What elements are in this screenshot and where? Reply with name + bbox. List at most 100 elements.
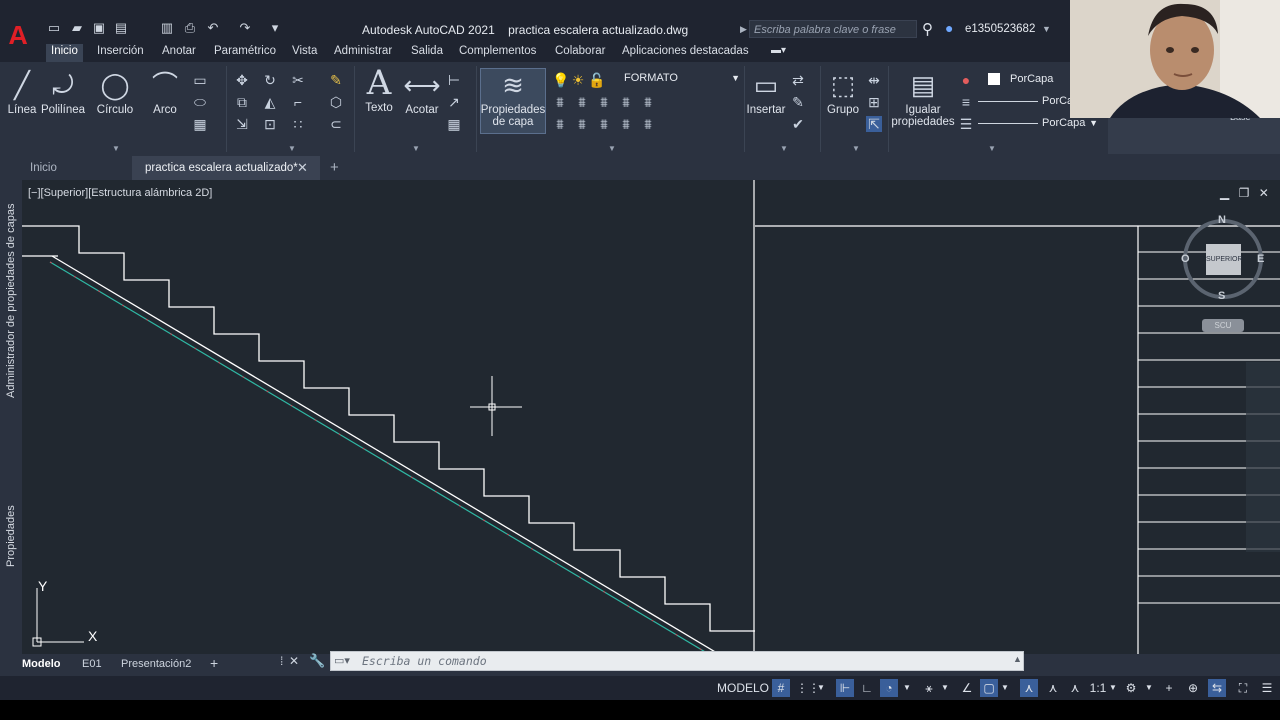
layout-tab-e01[interactable]: E01 [82, 658, 102, 670]
insert-button[interactable]: ▭ Insertar [746, 70, 786, 116]
search-input[interactable]: Escriba palabra clave o frase [749, 20, 917, 38]
chevron-down-icon[interactable]: ▼ [902, 679, 912, 697]
text-button[interactable]: A Texto [360, 66, 398, 114]
array-icon[interactable]: ∷ [290, 116, 306, 132]
group-select-icon[interactable]: ⇱ [866, 116, 882, 132]
tab-inicio[interactable]: Inicio [46, 44, 83, 62]
block-panel-expand-icon[interactable]: ▼ [780, 144, 788, 153]
rotate-icon[interactable]: ↻ [262, 72, 278, 88]
add-tab-icon[interactable]: + [330, 159, 339, 176]
compass-south[interactable]: S [1218, 290, 1225, 302]
polyline-button[interactable]: ⤾ Polilínea [40, 70, 86, 116]
chevron-down-icon[interactable]: ▼ [940, 679, 950, 697]
block-edit-icon[interactable]: ✎ [790, 94, 806, 110]
object-snap-icon[interactable]: ▢ [980, 679, 998, 697]
layer-tool-icon[interactable]: ⩩ [640, 116, 656, 132]
dynamic-input-icon[interactable]: ⊩ [836, 679, 854, 697]
tab-administrar[interactable]: Administrar [329, 44, 397, 62]
modify-panel-expand-icon[interactable]: ▼ [288, 144, 296, 153]
clean-screen-icon[interactable]: ⛶ [1234, 679, 1252, 697]
lineweight-icon[interactable]: ≡ [958, 94, 974, 110]
match-properties-button[interactable]: ▤ Igualar propiedades [890, 70, 956, 128]
annotation-visibility-icon[interactable]: ⋏ [1020, 679, 1038, 697]
trim-icon[interactable]: ✂ [290, 72, 306, 88]
table-icon[interactable]: ▦ [446, 116, 462, 132]
properties-panel-expand-icon[interactable]: ▼ [988, 144, 996, 153]
mirror-icon[interactable]: ◭ [262, 94, 278, 110]
viewcube-face[interactable]: SUPERIOR [1206, 244, 1243, 275]
annotation-scale-icon[interactable]: ⋏ [1066, 679, 1084, 697]
chevron-down-icon[interactable]: ▼ [816, 679, 826, 697]
chevron-down-icon[interactable]: ▼ [1000, 679, 1010, 697]
color-wheel-icon[interactable]: ● [958, 72, 974, 88]
ucs-menu[interactable]: SCU [1202, 319, 1244, 332]
linear-dim-icon[interactable]: ⊢ [446, 72, 462, 88]
user-icon[interactable]: ● [945, 20, 953, 36]
layer-manager-palette[interactable]: Administrador de propiedades de capas [5, 204, 17, 398]
hatch-icon[interactable]: ▦ [192, 116, 208, 132]
add-layout-icon[interactable]: + [210, 655, 218, 671]
ellipse-icon[interactable]: ⬭ [192, 94, 208, 110]
print-icon[interactable]: ⎙ [183, 21, 197, 35]
compass-west[interactable]: O [1181, 253, 1190, 265]
new-file-icon[interactable]: ▭ [47, 21, 61, 35]
move-icon[interactable]: ✥ [234, 72, 250, 88]
explode-icon[interactable]: ⬡ [328, 94, 344, 110]
annotation-scale-value[interactable]: 1:1 [1088, 679, 1108, 697]
close-icon[interactable]: ✕ [289, 654, 299, 668]
tab-colaborar[interactable]: Colaborar [550, 44, 611, 62]
grip-icon[interactable]: ⁞ [280, 654, 283, 668]
chevron-down-icon[interactable]: ▼ [1144, 679, 1154, 697]
layer-tool-icon[interactable]: ⩩ [596, 94, 612, 110]
annotation-panel-expand-icon[interactable]: ▼ [412, 144, 420, 153]
tab-complementos[interactable]: Complementos [454, 44, 541, 62]
chevron-up-icon[interactable]: ▲ [1013, 654, 1022, 664]
hardware-acceleration-icon[interactable]: ⇆ [1208, 679, 1226, 697]
polar-tracking-icon[interactable]: ◔ [880, 679, 898, 697]
scale-icon[interactable]: ⊡ [262, 116, 278, 132]
circle-button[interactable]: ◯ Círculo [94, 70, 136, 116]
tab-parametrico[interactable]: Paramétrico [209, 44, 281, 62]
add-icon[interactable]: + [1160, 679, 1178, 697]
compass-north[interactable]: N [1218, 214, 1226, 226]
layer-dropdown[interactable]: FORMATO ▼ [606, 70, 742, 86]
tab-vista[interactable]: Vista [287, 44, 322, 62]
layer-freeze-icon[interactable]: ☀ [570, 72, 586, 88]
restore-icon[interactable]: ❐ [1239, 186, 1250, 200]
command-history-icon[interactable]: ▭▾ [334, 654, 350, 667]
tab-anotar[interactable]: Anotar [157, 44, 201, 62]
layers-panel-expand-icon[interactable]: ▼ [608, 144, 616, 153]
ortho-icon[interactable]: ∟ [858, 679, 876, 697]
tab-insercion[interactable]: Inserción [92, 44, 149, 62]
customize-menu-icon[interactable]: ☰ [1258, 679, 1276, 697]
offset-icon[interactable]: ⊂ [328, 116, 344, 132]
object-snap-tracking-icon[interactable]: ∠ [958, 679, 976, 697]
auto-scale-icon[interactable]: ⋏ [1044, 679, 1062, 697]
stretch-icon[interactable]: ⇲ [234, 116, 250, 132]
layer-tool-icon[interactable]: ⩩ [574, 94, 590, 110]
drawing-canvas[interactable] [22, 180, 1280, 657]
line-button[interactable]: ╱ Línea [4, 70, 40, 116]
undo-icon[interactable]: ↶ [206, 21, 220, 35]
layout-tab-model[interactable]: Modelo [22, 658, 61, 670]
user-name[interactable]: e1350523682 [965, 23, 1035, 35]
chevron-down-icon[interactable]: ▼ [1042, 24, 1051, 34]
leader-icon[interactable]: ↗ [446, 94, 462, 110]
rectangle-icon[interactable]: ▭ [192, 72, 208, 88]
viewport-controls-label[interactable]: [−][Superior][Estructura alámbrica 2D] [28, 187, 212, 199]
chevron-down-icon[interactable]: ▼ [1108, 679, 1118, 697]
plot-icon[interactable]: ▥ [160, 21, 174, 35]
save-icon[interactable]: ▣ [92, 21, 106, 35]
command-input[interactable]: Escriba un comando [362, 654, 487, 668]
fillet-icon[interactable]: ⌐ [290, 94, 306, 110]
close-icon[interactable]: ✕ [1259, 186, 1269, 200]
grid-icon[interactable]: # [772, 679, 790, 697]
panel-toggle-icon[interactable]: ▬▾ [766, 44, 791, 62]
isodraft-icon[interactable]: ⚹ [920, 679, 938, 697]
file-tab-inicio[interactable]: Inicio [30, 162, 57, 174]
layer-lock-icon[interactable]: 🔓 [588, 72, 605, 88]
group-button[interactable]: ⬚ Grupo [824, 70, 862, 116]
groups-panel-expand-icon[interactable]: ▼ [852, 144, 860, 153]
tab-salida[interactable]: Salida [406, 44, 448, 62]
erase-icon[interactable]: ✎ [328, 72, 344, 88]
